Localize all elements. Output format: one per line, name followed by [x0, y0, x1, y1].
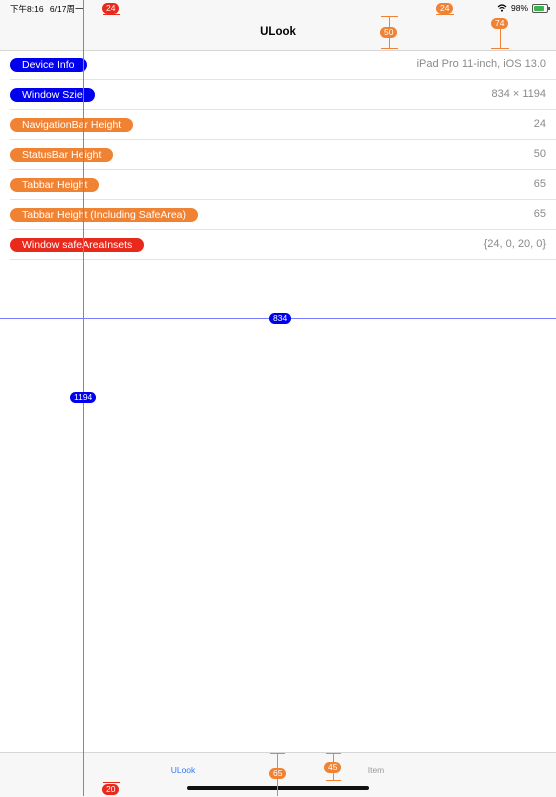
tabbar-inner-tick-bottom: [326, 780, 341, 781]
row-value: {24, 0, 20, 0}: [483, 238, 546, 250]
row-label-pill: Tabbar Height (Including SafeArea): [10, 208, 199, 222]
nav-height-tick: [436, 14, 454, 15]
row-value: 65: [533, 208, 546, 220]
row-label-pill: Device Info: [10, 58, 87, 72]
safe-top-tick: [103, 14, 120, 15]
status-right: 98%: [497, 3, 550, 13]
row-value: 834 × 1194: [491, 88, 546, 100]
list-item: NavigationBar Height 24: [10, 110, 556, 140]
row-label-pill: Tabbar Height: [10, 178, 100, 192]
tabbar-height-tick: [270, 753, 285, 754]
row-value: 24: [533, 118, 546, 130]
tabbar-height-badge: 65: [269, 768, 287, 779]
status-height-badge: 50: [380, 27, 398, 38]
list-item: Tabbar Height (Including SafeArea) 65: [10, 200, 556, 230]
list-item: Window Szie 834 × 1194: [10, 80, 556, 110]
status-height-tick-top: [381, 16, 398, 17]
nav-height-badge: 24: [436, 3, 454, 14]
tab-ulook[interactable]: ULook: [153, 765, 213, 775]
list-item: Device Info iPad Pro 11-inch, iOS 13.0: [10, 50, 556, 80]
status-time-text: 下午8:16: [10, 4, 44, 14]
tabbar-inner-badge: 45: [324, 762, 342, 773]
status-date: 6/17周一: [49, 4, 84, 14]
battery-percent: 98%: [510, 3, 528, 13]
home-indicator: [187, 786, 369, 790]
width-badge: 834: [269, 313, 292, 324]
row-value: 65: [533, 178, 546, 190]
info-list: Device Info iPad Pro 11-inch, iOS 13.0 W…: [10, 50, 556, 260]
list-item: StatusBar Height 50: [10, 140, 556, 170]
wifi-icon: [497, 4, 507, 12]
battery-charging-icon: [532, 3, 550, 13]
row-label-pill: Window safeAreaInsets: [10, 238, 145, 252]
row-label-pill: StatusBar Height: [10, 148, 114, 162]
safe-bottom-tick: [103, 782, 120, 783]
row-value: 50: [533, 148, 546, 160]
row-value: iPad Pro 11-inch, iOS 13.0: [416, 58, 546, 70]
combined-top-badge: 74: [491, 18, 509, 29]
height-badge: 1194: [70, 392, 97, 403]
status-height-tick-bottom: [381, 48, 398, 49]
row-label-pill: NavigationBar Height: [10, 118, 134, 132]
safe-bottom-badge: 20: [102, 784, 120, 795]
row-label-pill: Window Szie: [10, 88, 95, 102]
list-item: Tabbar Height 65: [10, 170, 556, 200]
tabbar-inner-tick-top: [326, 753, 341, 754]
status-time: 下午8:16 6/17周一: [10, 3, 83, 15]
combined-top-tick: [491, 48, 509, 49]
tab-item[interactable]: Item: [346, 765, 406, 775]
safe-top-badge: 24: [102, 3, 120, 14]
list-item: Window safeAreaInsets {24, 0, 20, 0}: [10, 230, 556, 260]
